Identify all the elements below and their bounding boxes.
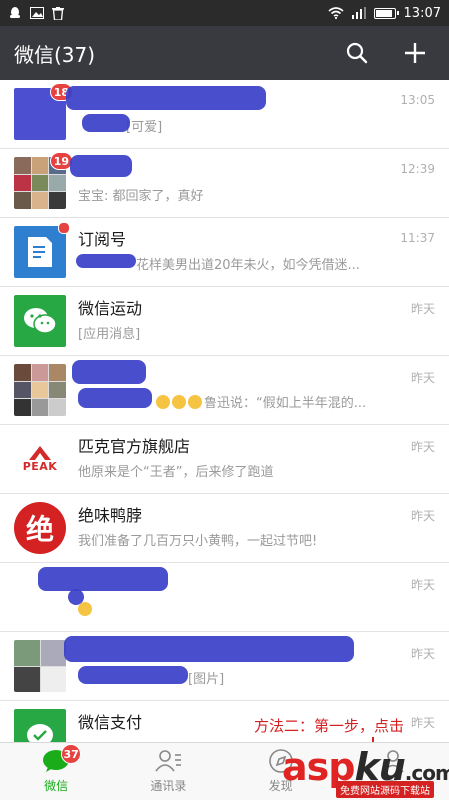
chat-time: 昨天 <box>410 647 435 661</box>
chat-message: [应用消息] <box>78 327 141 342</box>
chat-message <box>78 602 398 620</box>
redaction-scribble <box>68 589 84 605</box>
status-bar: 13:07 <box>0 0 449 26</box>
image-notification-icon <box>30 7 44 19</box>
header: 微信(37) <box>0 26 449 80</box>
chat-name: 匹克官方旗舰店 <box>78 437 191 456</box>
tab-label: 通讯录 <box>150 779 187 793</box>
juewei-avatar: 绝 <box>14 502 66 554</box>
redaction-scribble <box>70 155 132 177</box>
wechat-pay-icon <box>27 724 53 742</box>
chat-item[interactable]: 微信运动 [应用消息] 昨天 <box>0 287 449 356</box>
chat-item[interactable]: [图片] 昨天 <box>0 632 449 701</box>
chat-message: 他原来是个“王者”，后来修了跑道 <box>78 465 274 480</box>
smile-emoji-icon <box>172 395 186 409</box>
chat-message: [可爱] <box>126 120 163 135</box>
chat-time: 11:37 <box>400 231 435 245</box>
unread-dot <box>58 222 70 234</box>
chat-item[interactable]: 订阅号 花样美男出道20年未火，如今凭借迷... 11:37 <box>0 218 449 287</box>
tab-unread-badge: 37 <box>61 744 82 764</box>
peak-logo-text: PEAK <box>22 459 58 473</box>
group-avatar <box>14 640 66 692</box>
signal-icon <box>351 7 366 19</box>
tab-chats[interactable]: 37 微信 <box>0 743 112 800</box>
chat-message: 我们准备了几百万只小黄鸭，一起过节吧! <box>78 534 318 549</box>
redaction-scribble <box>78 388 152 408</box>
tab-label: 微信 <box>44 779 69 793</box>
chat-name: 微信运动 <box>78 299 143 318</box>
chat-item[interactable]: 昨天 <box>0 563 449 632</box>
trash-icon <box>52 6 64 20</box>
chat-time: 昨天 <box>410 578 435 592</box>
page-title: 微信(37) <box>14 42 96 67</box>
search-icon <box>346 42 368 64</box>
tab-contacts[interactable]: 通讯录 <box>112 743 224 800</box>
redaction-scribble <box>64 636 354 662</box>
chat-item[interactable]: 19 宝宝: 都回家了，真好 12:39 <box>0 149 449 218</box>
tutorial-annotation: 方法二：第一步，点击 <box>254 717 405 735</box>
juewei-logo-char: 绝 <box>25 513 54 546</box>
chat-item[interactable]: 绝 绝味鸭脖 我们准备了几百万只小黄鸭，一起过节吧! 昨天 <box>0 494 449 563</box>
smile-emoji-icon <box>156 395 170 409</box>
chat-time: 昨天 <box>410 440 435 454</box>
chat-list: 18 [可爱] 13:05 19 宝宝: 都回家了，真好 12:39 订阅号 花… <box>0 80 449 742</box>
chat-time: 昨天 <box>410 509 435 523</box>
contacts-icon <box>155 750 182 772</box>
plus-icon <box>405 43 425 63</box>
qq-notification-icon <box>8 6 22 20</box>
wifi-icon <box>328 7 344 19</box>
redaction-scribble <box>72 360 146 384</box>
chat-time: 昨天 <box>410 371 435 385</box>
redaction-scribble <box>82 114 130 132</box>
redaction-scribble <box>76 254 136 268</box>
watermark-subtitle: 免费网站源码下载站 <box>336 781 434 798</box>
group-avatar <box>14 364 66 416</box>
chat-time: 昨天 <box>410 302 435 316</box>
wechat-pay-avatar <box>14 709 66 742</box>
chat-time: 13:05 <box>400 93 435 107</box>
search-button[interactable] <box>337 33 377 73</box>
wechat-sports-avatar <box>14 295 66 347</box>
chat-item[interactable]: 18 [可爱] 13:05 <box>0 80 449 149</box>
smile-emoji-icon <box>188 395 202 409</box>
chat-item[interactable]: PEAK 匹克官方旗舰店 他原来是个“王者”，后来修了跑道 昨天 <box>0 425 449 494</box>
chat-message: 宝宝: 都回家了，真好 <box>78 189 204 204</box>
wechat-logo-icon <box>24 308 57 334</box>
chat-name: 绝味鸭脖 <box>78 506 143 525</box>
add-button[interactable] <box>395 33 435 73</box>
redaction-scribble <box>66 86 266 110</box>
chat-name <box>78 160 449 182</box>
redaction-scribble <box>78 666 188 684</box>
chat-item[interactable]: 鲁迅说：“假如上半年混的... 昨天 <box>0 356 449 425</box>
subscription-avatar <box>14 226 66 278</box>
chat-name: 订阅号 <box>78 230 127 249</box>
grin-emoji-icon <box>78 602 92 616</box>
peak-logo-icon <box>29 445 51 460</box>
battery-icon <box>373 7 399 19</box>
redaction-scribble <box>38 567 168 591</box>
chat-time: 12:39 <box>400 162 435 176</box>
chat-time: 昨天 <box>410 716 435 730</box>
document-icon <box>28 237 52 267</box>
status-time: 13:07 <box>403 5 441 21</box>
peak-avatar: PEAK <box>14 433 66 485</box>
